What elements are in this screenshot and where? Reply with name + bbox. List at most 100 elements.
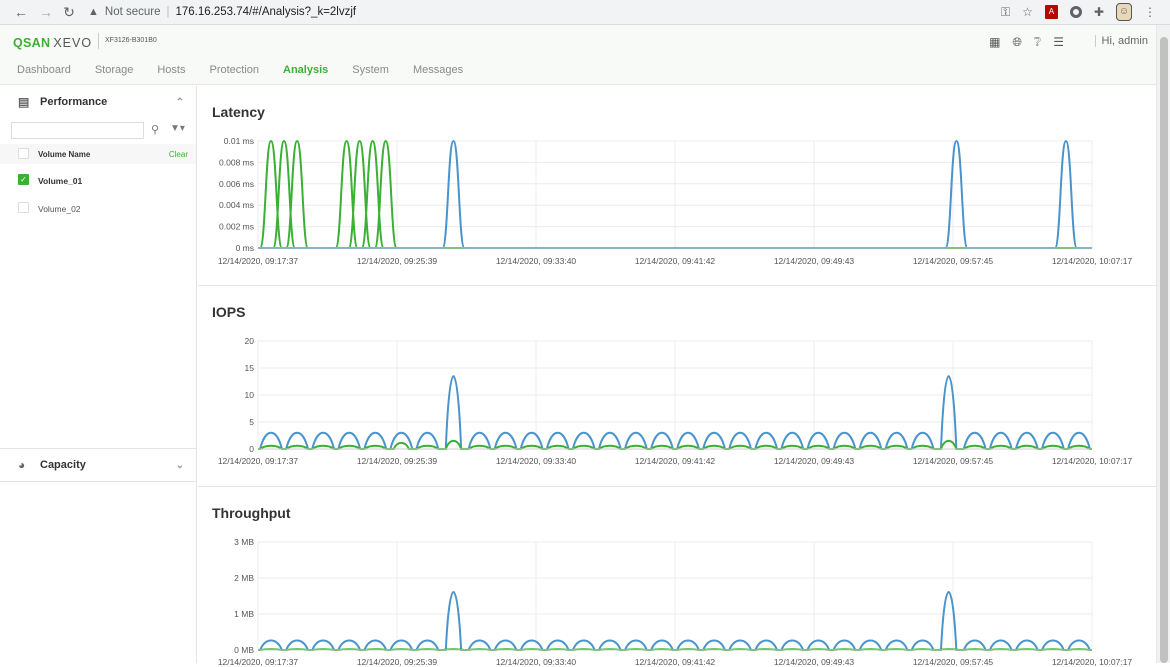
app-header: QSAN XEVO XF3126-B301B0 ▦ 🌐︎ ❔︎ ☰ Hi, adm…	[0, 25, 1156, 85]
address-bar[interactable]: ▲ Not secure | 176.16.253.74/#/Analysis?…	[88, 2, 1008, 22]
x-tick-label: 12/14/2020, 10:07:17	[1052, 256, 1133, 266]
y-tick-label: 1 MB	[234, 609, 254, 619]
security-label: Not secure	[104, 6, 161, 18]
y-tick-label: 20	[245, 336, 255, 346]
warning-icon: ▲	[88, 6, 99, 18]
filter-icon[interactable]: ▼▾	[170, 123, 185, 134]
profile-avatar-icon[interactable]: ☺	[1116, 3, 1132, 21]
user-greeting[interactable]: Hi, admin	[1094, 35, 1148, 47]
main-tabs: Dashboard Storage Hosts Protection Analy…	[17, 64, 463, 76]
x-tick-label: 12/14/2020, 09:49:43	[774, 456, 855, 466]
x-tick-label: 12/14/2020, 09:33:40	[496, 657, 577, 667]
model-label: XF3126-B301B0	[98, 33, 157, 49]
chevron-down-icon[interactable]: ⌄	[176, 460, 184, 471]
volume-checkbox[interactable]: ✓	[18, 174, 29, 185]
analysis-main: Latency 0 ms 0.002 ms 0.004 ms 0.006 ms 0.00…	[198, 86, 1156, 667]
tab-dashboard[interactable]: Dashboard	[17, 64, 71, 76]
clear-button[interactable]: Clear	[169, 150, 188, 159]
y-tick-label: 5	[249, 417, 254, 427]
list-item[interactable]: Volume_02	[0, 196, 196, 220]
y-tick-label: 0.002 ms	[219, 222, 254, 232]
x-tick-label: 12/14/2020, 09:49:43	[774, 256, 855, 266]
x-tick-label: 12/14/2020, 09:57:45	[913, 657, 994, 667]
tab-analysis[interactable]: Analysis	[283, 64, 328, 76]
x-tick-label: 12/14/2020, 09:25:39	[357, 657, 438, 667]
volume-search-input[interactable]	[11, 122, 144, 139]
key-icon[interactable]: ⚿	[1001, 5, 1010, 20]
extension-circle-icon[interactable]	[1069, 6, 1082, 18]
sidebar: ▤ Performance ⌃ ⚲ ▼▾ Volume Name Clear ✓…	[0, 86, 197, 663]
y-tick-label: 0 MB	[234, 645, 254, 655]
tab-storage[interactable]: Storage	[95, 64, 134, 76]
x-tick-label: 12/14/2020, 09:33:40	[496, 456, 577, 466]
url-text: 176.16.253.74/#/Analysis?_k=2lvzjf	[175, 6, 357, 18]
tab-system[interactable]: System	[352, 64, 389, 76]
x-tick-label: 12/14/2020, 09:49:43	[774, 657, 855, 667]
y-tick-label: 0.004 ms	[219, 200, 254, 210]
volume-list-header: Volume Name Clear	[0, 144, 196, 164]
x-tick-label: 12/14/2020, 09:41:42	[635, 256, 716, 266]
performance-label: Performance	[40, 96, 108, 108]
x-tick-label: 12/14/2020, 09:57:45	[913, 456, 994, 466]
x-tick-label: 12/14/2020, 09:57:45	[913, 256, 994, 266]
network-icon[interactable]: ☰	[1053, 35, 1064, 50]
x-tick-label: 12/14/2020, 09:17:37	[218, 456, 299, 466]
brand-text: QSAN	[13, 36, 51, 50]
search-icon[interactable]: ⚲	[151, 123, 159, 136]
tab-messages[interactable]: Messages	[413, 64, 463, 76]
reload-icon[interactable]: ↻	[58, 4, 80, 21]
puzzle-icon[interactable]: ✚	[1094, 5, 1104, 19]
volume-label: Volume_02	[38, 204, 81, 214]
y-tick-label: 10	[245, 390, 255, 400]
y-tick-label: 0.006 ms	[219, 179, 254, 189]
performance-panel-header[interactable]: ▤ Performance ⌃	[0, 86, 196, 118]
forward-arrow-icon[interactable]: →	[35, 4, 57, 20]
iops-title: IOPS	[212, 304, 246, 320]
page-scrollbar[interactable]	[1156, 25, 1170, 663]
star-icon[interactable]: ☆	[1022, 5, 1033, 19]
x-tick-label: 12/14/2020, 09:25:39	[357, 456, 438, 466]
x-tick-label: 12/14/2020, 09:33:40	[496, 256, 577, 266]
iops-chart: 0 5 10 15 20 12/14/2020, 09:17:37 12/14/2020, …	[218, 336, 1133, 466]
select-all-checkbox[interactable]	[18, 148, 29, 159]
x-tick-label: 12/14/2020, 10:07:17	[1052, 456, 1133, 466]
pdf-extension-icon[interactable]: A	[1044, 5, 1058, 19]
volume-checkbox[interactable]	[18, 202, 29, 213]
x-tick-label: 12/14/2020, 10:07:17	[1052, 657, 1133, 667]
chevron-up-icon[interactable]: ⌃	[176, 97, 184, 108]
pie-chart-icon: ◕	[18, 458, 26, 472]
y-tick-label: 0.01 ms	[224, 136, 254, 146]
y-tick-label: 0	[249, 444, 254, 454]
throughput-title: Throughput	[212, 505, 291, 521]
latency-chart: 0 ms 0.002 ms 0.004 ms 0.006 ms 0.008 ms 0.01…	[218, 136, 1133, 266]
x-tick-label: 12/14/2020, 09:41:42	[635, 456, 716, 466]
capacity-panel-header[interactable]: ◕ Capacity ⌄	[0, 448, 196, 482]
tab-hosts[interactable]: Hosts	[157, 64, 185, 76]
list-item[interactable]: ✓ Volume_01	[0, 168, 196, 192]
help-icon[interactable]: ❔︎	[1034, 35, 1041, 50]
volume-label: Volume_01	[38, 176, 83, 186]
tab-protection[interactable]: Protection	[209, 64, 259, 76]
y-tick-label: 0.008 ms	[219, 157, 254, 167]
logo[interactable]: QSAN XEVO	[13, 36, 92, 50]
x-tick-label: 12/14/2020, 09:17:37	[218, 256, 299, 266]
browser-toolbar: ← → ↻ ▲ Not secure | 176.16.253.74/#/Ana…	[0, 0, 1170, 25]
x-tick-label: 12/14/2020, 09:17:37	[218, 657, 299, 667]
throughput-chart: 0 MB 1 MB 2 MB 3 MB 12/14/2020, 09:17:37 12/1…	[218, 537, 1133, 667]
y-tick-label: 3 MB	[234, 537, 254, 547]
product-text: XEVO	[53, 36, 93, 50]
menu-dots-icon[interactable]: ⋮	[1144, 5, 1156, 19]
back-arrow-icon[interactable]: ←	[10, 4, 32, 20]
capacity-label: Capacity	[40, 459, 86, 471]
grid-icon[interactable]: ▦	[989, 35, 1000, 50]
x-tick-label: 12/14/2020, 09:25:39	[357, 256, 438, 266]
globe-icon[interactable]: 🌐︎	[1012, 35, 1022, 50]
bar-chart-icon: ▤	[18, 95, 30, 109]
volume-name-column: Volume Name	[38, 150, 91, 159]
y-tick-label: 15	[245, 363, 255, 373]
scrollbar-thumb[interactable]	[1160, 37, 1168, 663]
y-tick-label: 2 MB	[234, 573, 254, 583]
latency-title: Latency	[212, 104, 265, 120]
x-tick-label: 12/14/2020, 09:41:42	[635, 657, 716, 667]
y-tick-label: 0 ms	[236, 243, 254, 253]
